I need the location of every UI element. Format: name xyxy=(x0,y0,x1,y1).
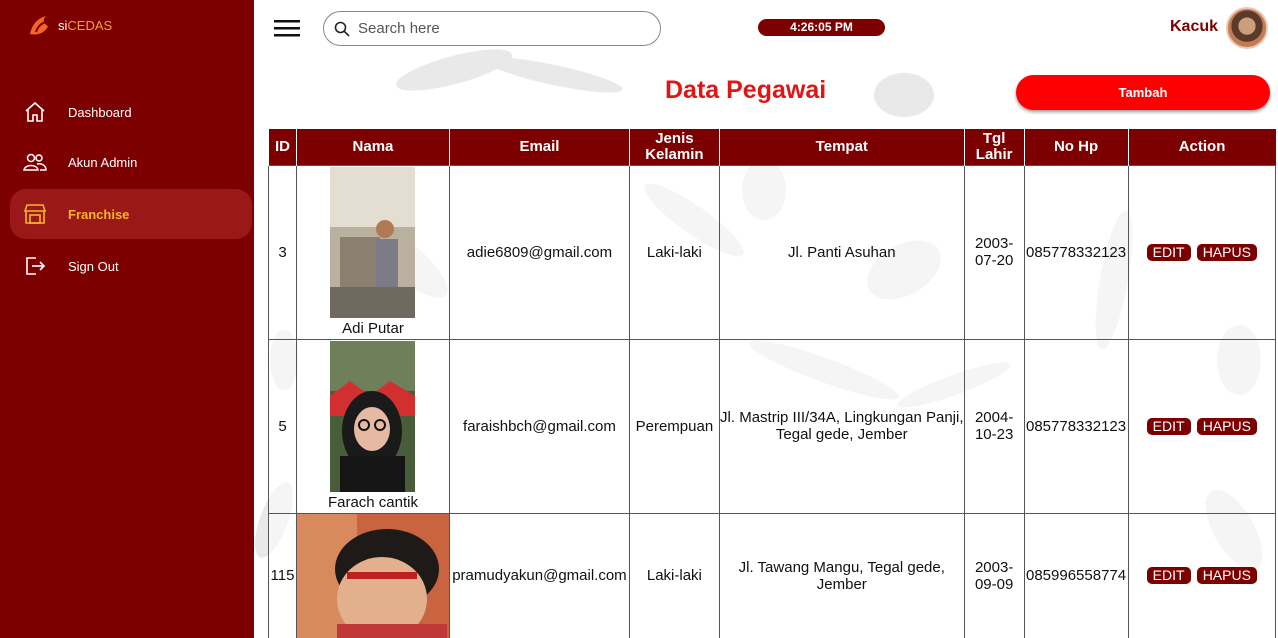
edit-button[interactable]: EDIT xyxy=(1146,567,1191,584)
sidebar-item-label: Sign Out xyxy=(68,258,119,274)
sidebar-item-label: Franchise xyxy=(68,206,130,222)
search-input[interactable] xyxy=(358,20,638,37)
column-header: No Hp xyxy=(1023,129,1129,165)
sign-out-icon xyxy=(22,253,48,279)
column-header: Jenis Kelamin xyxy=(628,129,720,165)
cell-phone: 085778332123 xyxy=(1023,164,1129,340)
table-row: 3 Adi Putar adie6809@gmail.com Laki-laki… xyxy=(268,164,1277,340)
sidebar-item-label: Dashboard xyxy=(68,104,132,120)
cell-gender: Laki-laki xyxy=(628,512,720,638)
page-title: Data Pegawai xyxy=(665,76,827,104)
cell-email: adie6809@gmail.com xyxy=(448,164,630,340)
employee-name: Adi Putar xyxy=(342,320,404,337)
brand-name: siCEDAS xyxy=(58,17,113,33)
home-icon xyxy=(22,99,48,125)
cell-place: Jl. Tawang Mangu, Tegal gede, Jember xyxy=(718,512,965,638)
user-name: Kacuk xyxy=(1170,18,1219,35)
chili-logo-icon xyxy=(30,16,48,35)
cell-action: EDIT HAPUS xyxy=(1127,164,1277,340)
cell-action: EDIT HAPUS xyxy=(1127,512,1277,638)
sidebar-item-dashboard[interactable]: Dashboard xyxy=(10,87,252,137)
sidebar-item-sign-out[interactable]: Sign Out xyxy=(10,241,252,291)
add-button[interactable]: Tambah xyxy=(1016,75,1270,110)
employee-photo xyxy=(330,167,416,318)
users-icon xyxy=(22,149,48,175)
column-header: Email xyxy=(448,129,630,165)
employee-table: ID Nama Email Jenis Kelamin Tempat Tgl L… xyxy=(268,129,1277,638)
column-header: Tgl Lahir xyxy=(963,129,1025,165)
cell-id: 3 xyxy=(268,164,297,340)
column-header: Nama xyxy=(295,129,450,165)
cell-phone: 085996558774 xyxy=(1023,512,1129,638)
cell-dob: 2003-07-20 xyxy=(963,164,1025,340)
cell-place: Jl. Mastrip III/34A, Lingkungan Panji, T… xyxy=(718,338,965,514)
cell-id: 115 xyxy=(268,512,297,638)
brand: siCEDAS xyxy=(26,12,112,38)
cell-dob: 2003-09-09 xyxy=(963,512,1025,638)
cell-dob: 2004-10-23 xyxy=(963,338,1025,514)
delete-button[interactable]: HAPUS xyxy=(1196,243,1257,261)
sidebar-item-franchise[interactable]: Franchise xyxy=(10,189,252,239)
cell-nama xyxy=(295,512,450,638)
cell-email: faraishbch@gmail.com xyxy=(448,338,630,514)
store-icon xyxy=(22,201,48,227)
delete-button[interactable]: HAPUS xyxy=(1196,567,1257,584)
column-header: Action xyxy=(1127,129,1276,165)
sidebar: siCEDAS Dashboard Akun Admin Franchise S… xyxy=(0,0,254,638)
edit-button[interactable]: EDIT xyxy=(1146,417,1191,435)
employee-name: Farach cantik xyxy=(327,494,418,511)
cell-phone: 085778332123 xyxy=(1023,338,1129,514)
cell-gender: Perempuan xyxy=(628,338,720,514)
cell-id: 5 xyxy=(268,338,297,514)
search-icon xyxy=(334,21,350,37)
employee-photo xyxy=(296,513,449,638)
cell-nama: Farach cantik xyxy=(295,338,450,514)
cell-place: Jl. Panti Asuhan xyxy=(718,164,965,340)
table-header-row: ID Nama Email Jenis Kelamin Tempat Tgl L… xyxy=(268,129,1276,165)
edit-button[interactable]: EDIT xyxy=(1146,243,1191,261)
employee-photo xyxy=(330,341,416,492)
cell-action: EDIT HAPUS xyxy=(1127,338,1277,514)
sidebar-item-akun-admin[interactable]: Akun Admin xyxy=(10,137,252,187)
column-header: Tempat xyxy=(718,129,965,165)
sidebar-item-label: Akun Admin xyxy=(68,154,138,170)
cell-email: pramudyakun@gmail.com xyxy=(448,512,630,638)
cell-nama: Adi Putar xyxy=(295,164,450,340)
clock-badge: 4:26:05 PM xyxy=(758,19,885,36)
cell-gender: Laki-laki xyxy=(628,164,720,340)
avatar[interactable] xyxy=(1226,7,1268,49)
search-bar xyxy=(323,11,661,46)
column-header: ID xyxy=(268,129,297,165)
hamburger-menu-icon[interactable] xyxy=(274,17,300,39)
table-row: 5 Farach cantik faraishbch@gmail.com Per… xyxy=(268,338,1277,514)
delete-button[interactable]: HAPUS xyxy=(1196,417,1257,435)
table-row: 115 pramudyakun@gmail.com Laki-laki Jl. … xyxy=(268,512,1277,638)
